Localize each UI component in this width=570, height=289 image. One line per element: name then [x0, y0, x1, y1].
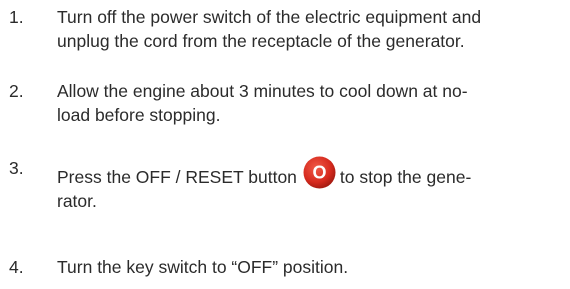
off-reset-button-icon-graphic: O [303, 156, 336, 189]
step-number: 1. [9, 7, 24, 27]
step-text-before-icon: Press the OFF / RESET button [57, 167, 297, 187]
step-number: 3. [9, 158, 24, 178]
off-reset-button-icon: O [303, 156, 336, 189]
step-text-line-1: Press the OFF / RESET button O to stop t… [57, 156, 562, 189]
step-text-line-1: Turn the key switch to “OFF” position. [57, 257, 349, 277]
step-text: Allow the engine about 3 minutes to cool… [57, 79, 562, 127]
step-number: 2. [9, 81, 24, 101]
step-text: Turn off the power switch of the electri… [57, 5, 562, 53]
step-text-after-icon: to stop the gene- [339, 167, 472, 187]
step-text-line-1: Allow the engine about 3 minutes to cool… [57, 81, 468, 101]
off-reset-glyph: O [312, 163, 326, 183]
step-text-line-2: rator. [57, 191, 97, 211]
step-text: Press the OFF / RESET button O to stop t… [57, 156, 562, 213]
step-text-line-2: unplug the cord from the receptacle of t… [57, 31, 465, 51]
step-text-line-2: load before stopping. [57, 105, 221, 125]
step-text-line-1: Turn off the power switch of the electri… [57, 7, 482, 27]
instruction-list: 1. Turn off the power switch of the elec… [0, 0, 570, 289]
step-number: 4. [9, 257, 24, 277]
step-text: Turn the key switch to “OFF” position. [57, 255, 562, 279]
